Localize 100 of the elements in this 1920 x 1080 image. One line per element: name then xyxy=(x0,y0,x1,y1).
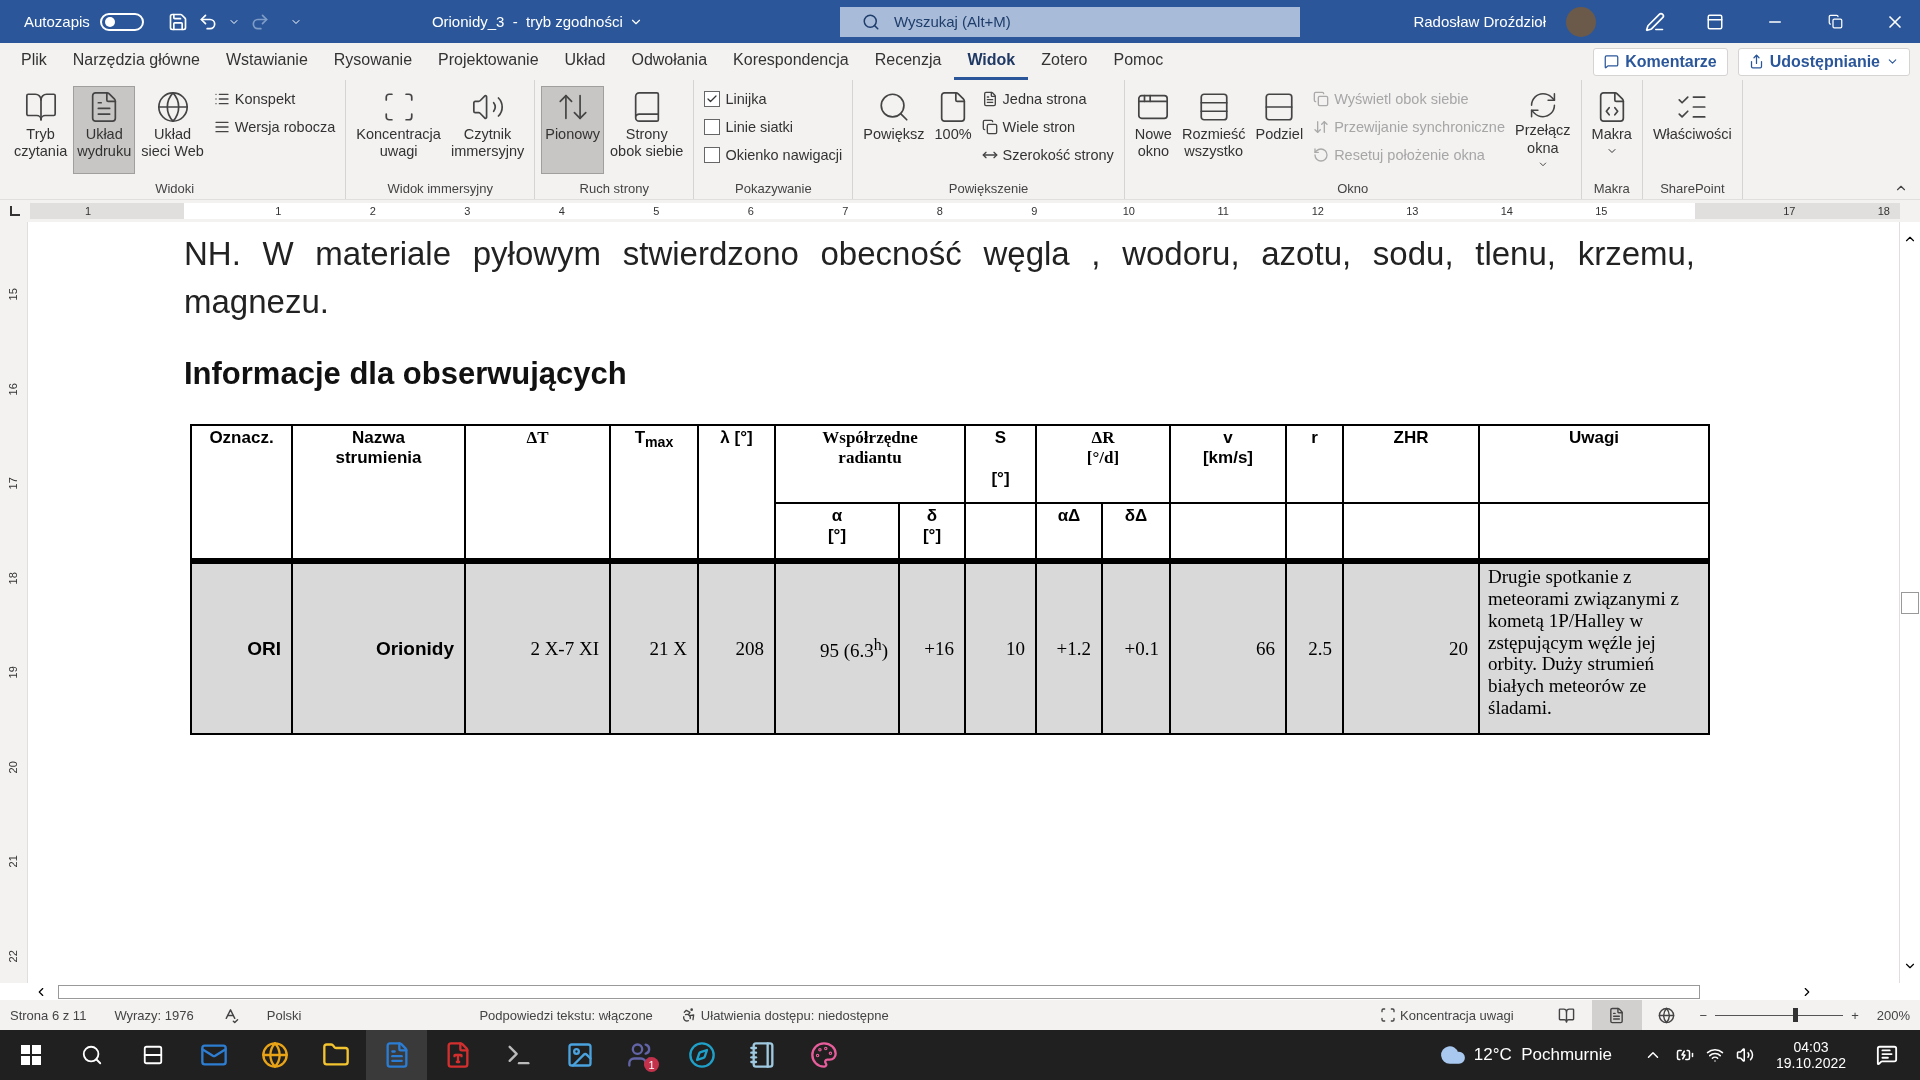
menu-tab[interactable]: Układ xyxy=(551,43,619,80)
scroll-thumb[interactable] xyxy=(1901,591,1919,614)
weather[interactable]: 12°C Pochmurnie xyxy=(1473,1045,1612,1065)
ribbon-checkbox[interactable]: Okienko nawigacji xyxy=(700,142,847,168)
clock[interactable]: 04:03 19.10.2022 xyxy=(1775,1039,1846,1071)
ruler-number: 6 xyxy=(746,205,755,217)
ribbon-options-icon[interactable] xyxy=(1706,12,1724,31)
text-predictions[interactable]: Podpowiedzi tekstu: włączone xyxy=(479,1007,653,1023)
checkbox[interactable] xyxy=(704,91,721,107)
ribbon-button[interactable]: Nowe okno xyxy=(1130,86,1176,174)
header-cell: Współrzędne radiantu xyxy=(775,425,965,503)
ribbon-button[interactable]: Powiększ xyxy=(859,86,929,174)
save-icon[interactable] xyxy=(167,11,188,32)
checkbox[interactable] xyxy=(704,147,721,163)
taskbar-app[interactable]: 1 xyxy=(610,1030,671,1080)
ribbon-button[interactable]: Koncentracja uwagi xyxy=(352,86,445,174)
windows-icon xyxy=(20,1045,41,1065)
menu-tab[interactable]: Plik xyxy=(8,43,60,80)
accessibility-status[interactable]: Ułatwienia dostępu: niedostępne xyxy=(680,1007,889,1023)
menu-tab[interactable]: Narzędzia główne xyxy=(59,43,213,80)
search-field[interactable]: Wyszukaj (Alt+M) xyxy=(839,6,1300,37)
ribbon-button[interactable]: Rozmieść wszystko xyxy=(1177,86,1250,174)
ribbon-button[interactable]: Właściwości xyxy=(1648,86,1736,174)
ribbon-button[interactable]: Podziel xyxy=(1251,86,1308,174)
ribbon-checkbox[interactable]: Linijka xyxy=(700,86,847,112)
ribbon-button[interactable]: 100% xyxy=(930,86,976,174)
ribbon-button[interactable]: Wiele stron xyxy=(977,114,1118,140)
table-cell: ORI xyxy=(191,561,292,734)
autosave-label: Autozapis xyxy=(24,13,90,30)
ribbon-button[interactable]: Szerokość strony xyxy=(977,142,1118,168)
zoom-level[interactable]: 200% xyxy=(1876,1007,1910,1023)
checkbox-label: Linijka xyxy=(725,91,767,107)
scroll-thumb[interactable] xyxy=(58,984,1700,999)
volume-icon[interactable] xyxy=(1735,1046,1754,1064)
ribbon-button[interactable]: Jedna strona xyxy=(977,86,1118,112)
menu-tab[interactable]: Projektowanie xyxy=(425,43,552,80)
ruler-number: 13 xyxy=(1405,205,1420,217)
header-cell: v [km/s] xyxy=(1170,425,1286,503)
ribbon-button[interactable]: Układ sieci Web xyxy=(137,86,208,174)
menu-tab[interactable]: Wstawianie xyxy=(212,43,321,80)
reset-icon xyxy=(1313,147,1330,163)
group-label: Widoki xyxy=(154,181,196,198)
ribbon-button[interactable]: Czytnik immersyjny xyxy=(446,86,529,174)
notification-badge: 1 xyxy=(644,1057,659,1072)
restore-icon[interactable] xyxy=(1827,14,1843,29)
word-count[interactable]: Wyrazy: 1976 xyxy=(114,1007,194,1023)
user-name: Radosław Droździoł xyxy=(1413,13,1546,30)
ribbon-button[interactable]: Strony obok siebie xyxy=(606,86,688,174)
checkbox[interactable] xyxy=(704,119,721,135)
notifications-icon[interactable] xyxy=(1876,1044,1898,1066)
ruler-number: 4 xyxy=(557,205,566,217)
ruler-number: 2 xyxy=(368,205,377,217)
folder-icon xyxy=(321,1041,350,1069)
header-cell: Uwagi xyxy=(1479,425,1709,503)
menu-tab[interactable]: Rysowanie xyxy=(320,43,426,80)
group-label: Powiększenie xyxy=(947,181,1030,198)
page-count[interactable]: Strona 6 z 11 xyxy=(10,1007,87,1023)
menu-tab[interactable]: Recenzja xyxy=(861,43,955,80)
ruler-number: 19 xyxy=(6,665,21,681)
list-icon xyxy=(213,91,230,107)
view-button[interactable] xyxy=(1591,1000,1642,1030)
window-title[interactable]: Orionidy_3 - tryb zgodności xyxy=(431,13,762,30)
ribbon-button[interactable]: Tryb czytania xyxy=(10,86,72,174)
zoom-in-button[interactable]: + xyxy=(1851,1007,1859,1023)
zoom-thumb[interactable] xyxy=(1792,1008,1798,1022)
menu-tab[interactable]: Odwołania xyxy=(618,43,721,80)
zoom-out-button[interactable]: − xyxy=(1699,1007,1708,1023)
menu-tab[interactable]: Pomoc xyxy=(1100,43,1177,80)
comments-button[interactable]: Komentarze xyxy=(1593,47,1728,76)
wifi-icon[interactable] xyxy=(1705,1046,1724,1064)
undo-icon[interactable] xyxy=(197,11,218,32)
ribbon-button[interactable]: Pionowy xyxy=(541,86,605,174)
table-cell: 21 X xyxy=(610,561,698,734)
ribbon-checkbox[interactable]: Linie siatki xyxy=(700,114,847,140)
menu-tab[interactable]: Korespondencja xyxy=(720,43,862,80)
ruler-number: 3 xyxy=(463,205,472,217)
pen-icon[interactable] xyxy=(1645,11,1665,32)
lines-icon xyxy=(213,119,230,135)
ribbon-button[interactable]: Układ wydruku xyxy=(73,86,136,174)
pages-icon xyxy=(981,119,998,135)
menu-tab[interactable]: Zotero xyxy=(1028,43,1101,80)
ribbon-button[interactable]: Makra xyxy=(1587,86,1636,174)
tab-selector-icon[interactable] xyxy=(10,206,20,216)
ruler-number: 8 xyxy=(935,205,944,217)
ribbon-button[interactable]: Przełącz okna xyxy=(1511,86,1575,174)
ribbon-button[interactable]: Konspekt xyxy=(209,86,340,112)
focus-button[interactable]: Koncentracja uwagi xyxy=(1380,1007,1514,1023)
share-button[interactable]: Udostępnianie xyxy=(1737,47,1910,76)
vertical-scrollbar[interactable] xyxy=(1899,222,1920,983)
header-cell: ZHR xyxy=(1343,425,1479,503)
comment-icon xyxy=(1604,54,1620,69)
language[interactable]: Polski xyxy=(266,1007,302,1023)
ruler-number: 15 xyxy=(6,287,21,303)
group-label: Widok immersyjny xyxy=(386,181,494,198)
autosave-toggle[interactable] xyxy=(99,12,144,31)
ribbon-button[interactable]: Wersja robocza xyxy=(209,114,340,140)
ruler-number: 20 xyxy=(6,759,21,775)
group-label: SharePoint xyxy=(1659,181,1726,198)
table-cell: 95 (6.3$^{h}$) xyxy=(775,561,899,734)
globe-icon xyxy=(260,1041,289,1069)
